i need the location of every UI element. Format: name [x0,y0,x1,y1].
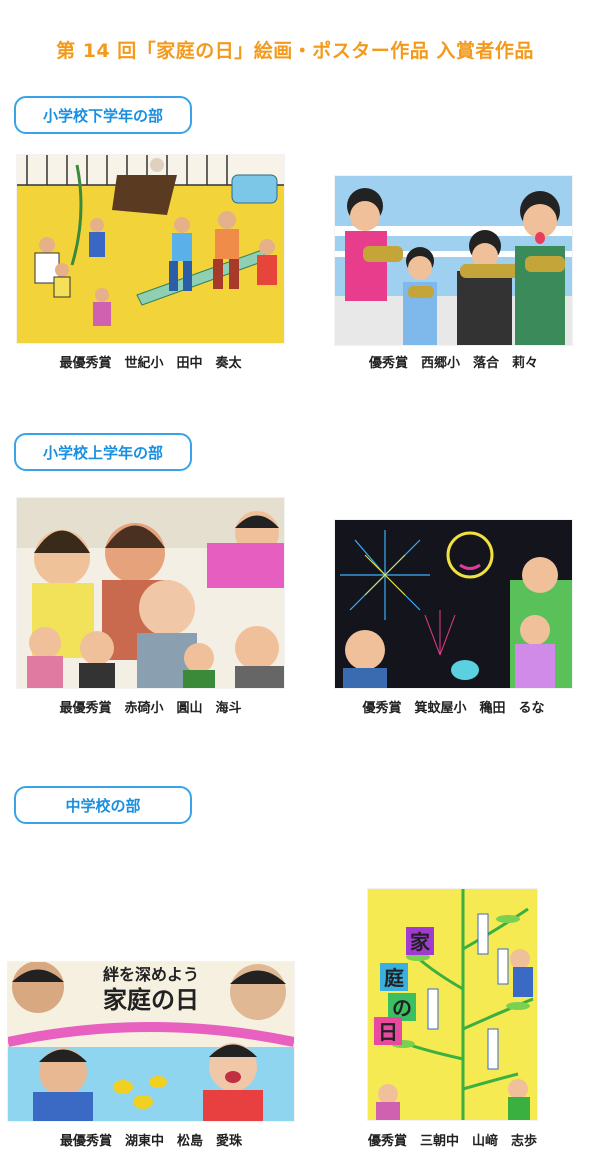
poster-char-2: 庭 [384,966,404,990]
caption-upper-grand-prize: 最優秀賞 赤碕小 圓山 海斗 [59,701,242,716]
caption-lower-excellence: 優秀賞 西郷小 落合 莉々 [368,356,538,371]
poster-char-3: の [392,996,412,1020]
caption-lower-grand-prize: 最優秀賞 世紀小 田中 奏太 [59,356,242,371]
artwork-tanabata-poster-image: 家 庭 の 日 [368,889,537,1120]
poster-char-1: 家 [410,930,431,954]
caption-junior-excellence: 優秀賞 三朝中 山﨑 志歩 [367,1134,537,1149]
page-title: 第 14 回「家庭の日」絵画・ポスター作品 入賞者作品 [56,40,534,62]
artwork-fireworks-image [335,520,572,688]
section-heading-junior-high: 中学校の部 [14,786,192,824]
artwork-family-image [17,498,284,688]
poster-title-text: 家庭の日 [103,985,199,1014]
caption-upper-excellence: 優秀賞 箕蚊屋小 穐田 るな [362,701,545,716]
artwork-junior-excellence: 家 庭 の 日 [368,889,537,1120]
artwork-corn-image [335,176,572,345]
section-heading-lower-elementary: 小学校下学年の部 [14,96,192,134]
caption-junior-grand-prize: 最優秀賞 湖東中 松島 愛珠 [59,1134,242,1149]
artwork-upper-grand-prize [17,498,284,688]
artwork-playground-image [17,155,284,343]
poster-char-4: 日 [378,1020,398,1044]
section-heading-upper-elementary: 小学校上学年の部 [14,433,192,471]
artwork-junior-grand-prize: 絆を深めよう 家庭の日 [8,962,294,1121]
poster-slogan-text: 絆を深めよう [103,965,199,984]
artwork-lower-excellence [335,176,572,345]
artwork-upper-excellence [335,520,572,688]
artwork-family-day-poster-image: 絆を深めよう 家庭の日 [8,962,294,1121]
artwork-lower-grand-prize [17,155,284,343]
